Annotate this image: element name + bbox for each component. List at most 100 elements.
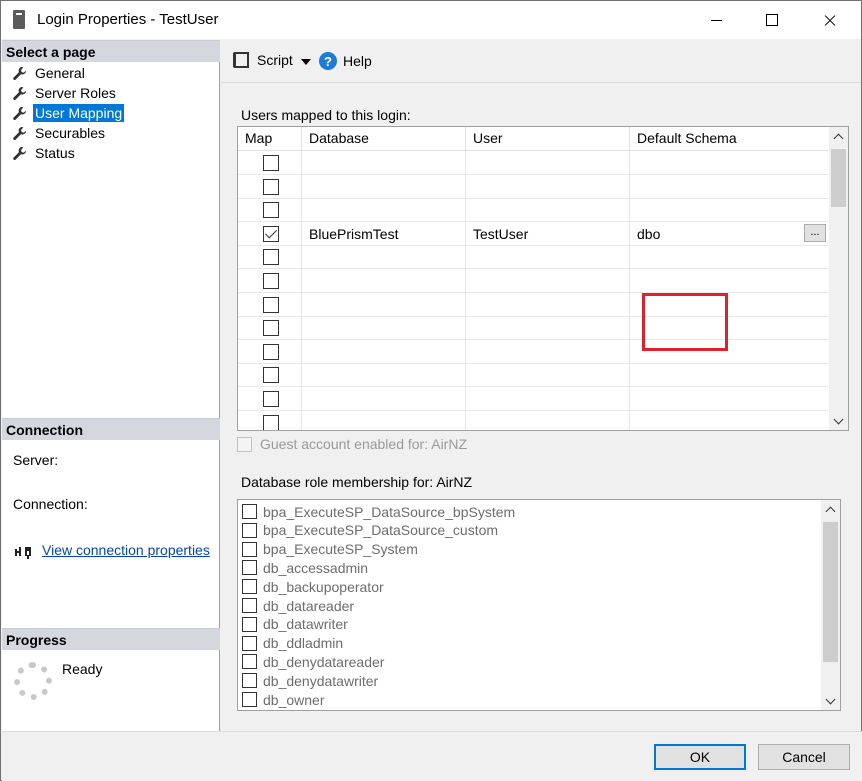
role-checkbox[interactable]: [242, 635, 257, 651]
role-checkbox[interactable]: [242, 673, 257, 689]
nav-item-securables[interactable]: Securables: [12, 123, 107, 143]
map-checkbox[interactable]: [263, 202, 279, 219]
role-checkbox[interactable]: [242, 560, 257, 576]
map-checkbox[interactable]: [263, 178, 279, 195]
map-checkbox[interactable]: [263, 391, 279, 407]
table-row[interactable]: [238, 363, 828, 388]
default-schema-cell[interactable]: [630, 363, 828, 388]
role-checkbox[interactable]: [242, 598, 257, 613]
user-cell[interactable]: [466, 174, 630, 199]
role-checkbox[interactable]: [242, 654, 257, 670]
column-header-map[interactable]: Map: [238, 127, 302, 151]
table-row[interactable]: [238, 245, 828, 270]
role-checkbox[interactable]: [242, 522, 257, 538]
default-schema-cell[interactable]: [630, 151, 828, 175]
default-schema-cell[interactable]: [630, 411, 828, 430]
map-checkbox[interactable]: [263, 155, 279, 171]
table-row[interactable]: [238, 174, 828, 199]
list-item[interactable]: db_ddladmin: [242, 634, 343, 653]
user-cell[interactable]: [466, 269, 630, 293]
schema-browse-button[interactable]: ...: [804, 223, 826, 242]
help-button[interactable]: ? Help: [319, 52, 372, 70]
user-cell[interactable]: [466, 410, 630, 430]
roles-scrollbar[interactable]: [821, 500, 840, 710]
list-item[interactable]: db_owner: [242, 690, 325, 709]
table-row[interactable]: [238, 316, 828, 341]
close-button[interactable]: [801, 1, 859, 39]
user-cell[interactable]: [466, 363, 630, 388]
map-checkbox[interactable]: [263, 273, 279, 289]
role-label: db_accessadmin: [263, 559, 369, 576]
user-cell[interactable]: [466, 292, 630, 317]
table-row[interactable]: BluePrismTest TestUser dbo...: [238, 221, 828, 246]
table-row[interactable]: [238, 410, 828, 430]
scroll-thumb[interactable]: [831, 149, 846, 207]
map-checkbox[interactable]: [263, 225, 279, 242]
map-checkbox[interactable]: [263, 367, 279, 384]
default-schema-cell[interactable]: [630, 198, 828, 223]
roles-scroll-down-button[interactable]: [821, 692, 840, 710]
list-item[interactable]: db_datawriter: [242, 615, 348, 634]
column-header-user[interactable]: User: [466, 127, 630, 151]
ok-button[interactable]: OK: [654, 744, 746, 770]
list-item[interactable]: db_backupoperator: [242, 577, 384, 596]
maximize-button[interactable]: [743, 1, 801, 39]
list-item[interactable]: bpa_ExecuteSP_System: [242, 540, 418, 559]
user-cell[interactable]: [466, 245, 630, 270]
nav-item-server-roles[interactable]: Server Roles: [12, 83, 118, 103]
default-schema-cell[interactable]: [630, 269, 828, 293]
view-connection-properties-link[interactable]: View connection properties: [42, 542, 210, 558]
scroll-down-button[interactable]: [829, 412, 848, 430]
table-row[interactable]: [238, 339, 828, 364]
role-checkbox[interactable]: [242, 692, 257, 707]
user-cell[interactable]: TestUser: [466, 221, 630, 246]
list-item[interactable]: db_denydatareader: [242, 652, 384, 671]
table-row[interactable]: [238, 151, 828, 175]
table-row[interactable]: [238, 292, 828, 317]
default-schema-cell[interactable]: [630, 175, 828, 199]
roles-scroll-thumb[interactable]: [823, 522, 838, 662]
script-dropdown-icon[interactable]: [301, 59, 311, 65]
map-checkbox[interactable]: [263, 249, 279, 266]
script-button[interactable]: Script: [233, 52, 293, 68]
cancel-button[interactable]: Cancel: [758, 744, 850, 770]
role-checkbox[interactable]: [242, 504, 257, 519]
list-item[interactable]: db_denydatawriter: [242, 671, 378, 690]
nav-item-general[interactable]: General: [12, 63, 87, 83]
role-checkbox[interactable]: [242, 616, 257, 632]
minimize-button[interactable]: [687, 1, 745, 39]
role-label: db_datareader: [263, 597, 355, 614]
chevron-down-icon: [825, 694, 836, 704]
default-schema-cell[interactable]: [630, 293, 828, 317]
user-cell[interactable]: [466, 198, 630, 223]
default-schema-cell[interactable]: [630, 387, 828, 411]
nav-item-user-mapping[interactable]: User Mapping: [12, 103, 125, 123]
map-checkbox[interactable]: [263, 296, 279, 313]
map-checkbox[interactable]: [263, 343, 279, 360]
column-header-default-schema[interactable]: Default Schema: [630, 127, 828, 151]
scroll-up-button[interactable]: [829, 127, 848, 145]
default-schema-cell[interactable]: [630, 316, 828, 341]
list-item[interactable]: db_accessadmin: [242, 558, 368, 577]
table-row[interactable]: [238, 198, 828, 223]
nav-item-status[interactable]: Status: [12, 143, 77, 163]
user-cell[interactable]: [466, 151, 630, 175]
table-row[interactable]: [238, 387, 828, 411]
list-item[interactable]: bpa_ExecuteSP_DataSource_bpSystem: [242, 502, 515, 521]
list-item[interactable]: db_datareader: [242, 596, 354, 615]
map-checkbox[interactable]: [263, 414, 279, 430]
default-schema-cell[interactable]: [630, 245, 828, 270]
list-item[interactable]: bpa_ExecuteSP_DataSource_custom: [242, 521, 498, 540]
user-cell[interactable]: [466, 316, 630, 341]
map-checkbox[interactable]: [263, 320, 279, 337]
user-cell[interactable]: [466, 387, 630, 411]
role-checkbox[interactable]: [242, 579, 257, 595]
default-schema-cell[interactable]: dbo...: [630, 222, 828, 246]
roles-scroll-up-button[interactable]: [821, 500, 840, 518]
column-header-database[interactable]: Database: [302, 127, 466, 151]
default-schema-cell[interactable]: [630, 340, 828, 364]
role-checkbox[interactable]: [242, 541, 257, 557]
table-row[interactable]: [238, 269, 828, 293]
mapping-scrollbar[interactable]: [829, 127, 848, 430]
user-cell[interactable]: [466, 339, 630, 364]
